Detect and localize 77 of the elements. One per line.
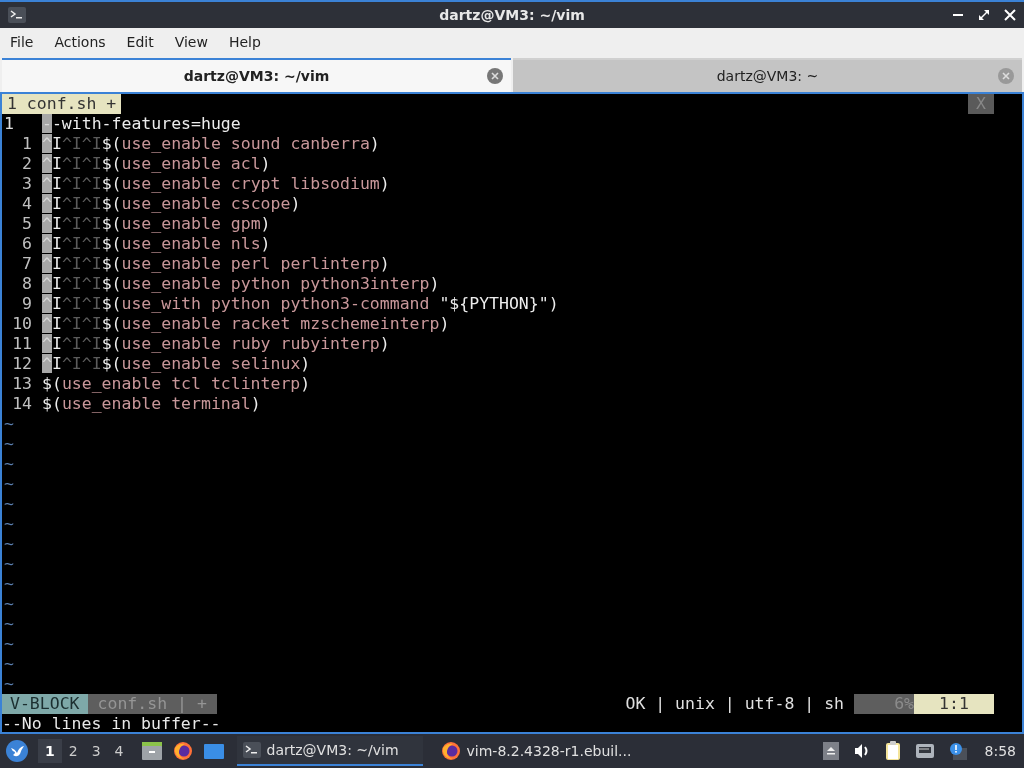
folder-icon[interactable] bbox=[140, 741, 163, 761]
line-number: 14 bbox=[11, 394, 32, 414]
line-number: 9 bbox=[21, 294, 32, 314]
line-number: 2 bbox=[21, 154, 32, 174]
filler-line: ~ bbox=[3, 654, 14, 674]
desktop-icon[interactable] bbox=[202, 742, 225, 760]
close-icon[interactable] bbox=[1004, 9, 1016, 21]
filler-line: ~ bbox=[3, 514, 14, 534]
filler-line: ~ bbox=[3, 574, 14, 594]
code-line: $(use_enable tcl tclinterp) bbox=[42, 374, 311, 394]
code-line: ^I^I^I$(use_enable python python3interp) bbox=[42, 274, 440, 294]
line-number: 13 bbox=[11, 374, 32, 394]
line-number: 7 bbox=[21, 254, 32, 274]
task-button[interactable]: vim-8.2.4328-r1.ebuil... bbox=[434, 736, 638, 766]
clock[interactable]: 8:58 bbox=[984, 743, 1016, 759]
command-message: --No lines in buffer-- bbox=[2, 714, 221, 732]
line-number: 4 bbox=[21, 194, 32, 214]
notification-icon[interactable] bbox=[948, 742, 967, 760]
line-number: 1 bbox=[21, 134, 32, 154]
filler-line: ~ bbox=[3, 434, 14, 454]
code-line: ^I^I^I$(use_with python python3-command "${PYTHON}") bbox=[42, 294, 559, 314]
maximize-icon[interactable] bbox=[978, 9, 990, 21]
code-line: ^I^I^I$(use_enable sound canberra) bbox=[42, 134, 380, 154]
network-icon[interactable] bbox=[914, 743, 935, 759]
code-line: ^I^I^I$(use_enable selinux) bbox=[42, 354, 311, 374]
code-line: ^I^I^I$(use_enable gpm) bbox=[42, 214, 271, 234]
workspace-button[interactable]: 2 bbox=[61, 739, 85, 763]
browser-icon bbox=[440, 741, 461, 761]
menu-item[interactable]: Help bbox=[228, 34, 261, 50]
cursor-position: 1:1 bbox=[914, 694, 994, 714]
line-number: 5 bbox=[21, 214, 32, 234]
menu-item[interactable]: Actions bbox=[54, 34, 106, 50]
filler-line: ~ bbox=[3, 554, 14, 574]
filler-line: ~ bbox=[3, 634, 14, 654]
line-number: 1 bbox=[3, 114, 15, 134]
vim-tab[interactable]: 1 conf.sh + bbox=[2, 94, 122, 114]
menu-item[interactable]: File bbox=[10, 34, 34, 50]
line-number: 8 bbox=[21, 274, 32, 294]
mode-indicator: V-BLOCK bbox=[2, 694, 88, 714]
menu-item[interactable]: View bbox=[174, 34, 208, 50]
line-number: 11 bbox=[11, 334, 32, 354]
line-number: 6 bbox=[21, 234, 32, 254]
workspace-button[interactable]: 4 bbox=[107, 739, 131, 763]
terminal-icon bbox=[8, 7, 26, 23]
filler-line: ~ bbox=[3, 474, 14, 494]
filler-line: ~ bbox=[3, 594, 14, 614]
filler-line: ~ bbox=[3, 534, 14, 554]
eject-icon[interactable] bbox=[822, 742, 839, 760]
window-title: dartz@VM3: ~/vim bbox=[439, 7, 585, 23]
file-info: OK | unix | utf-8 | sh bbox=[625, 694, 845, 714]
bird-icon[interactable] bbox=[6, 740, 28, 762]
line-number: 3 bbox=[21, 174, 32, 194]
menu-item[interactable]: Edit bbox=[126, 34, 154, 50]
code-line: ^I^I^I$(use_enable nls) bbox=[42, 234, 271, 254]
filler-line: ~ bbox=[3, 614, 14, 634]
clipboard-icon[interactable] bbox=[884, 741, 901, 761]
code-line: ^I^I^I$(use_enable cscope) bbox=[42, 194, 301, 214]
code-line: $(use_enable terminal) bbox=[42, 394, 261, 414]
filler-line: ~ bbox=[3, 494, 14, 514]
filler-line: ~ bbox=[3, 674, 14, 694]
terminal-icon bbox=[242, 742, 261, 758]
workspace-button[interactable]: 3 bbox=[84, 739, 108, 763]
workspace-button[interactable]: 1 bbox=[38, 739, 62, 763]
line-number: 12 bbox=[11, 354, 32, 374]
code-line: ^I^I^I$(use_enable crypt libsodium) bbox=[42, 174, 390, 194]
code-line: ^I^I^I$(use_enable acl) bbox=[42, 154, 271, 174]
browser-icon[interactable] bbox=[172, 741, 193, 761]
code-line: ^I^I^I$(use_enable perl perlinterp) bbox=[42, 254, 390, 274]
code-line: --with-features=huge bbox=[42, 114, 241, 134]
code-line: ^I^I^I$(use_enable ruby rubyinterp) bbox=[42, 334, 390, 354]
code-line: ^I^I^I$(use_enable racket mzschemeinterp) bbox=[42, 314, 450, 334]
tab[interactable]: dartz@VM3: ~ bbox=[513, 58, 1022, 92]
tab[interactable]: dartz@VM3: ~/vim bbox=[2, 58, 511, 92]
filler-line: ~ bbox=[3, 454, 14, 474]
filler-line: ~ bbox=[3, 414, 14, 434]
line-number: 10 bbox=[11, 314, 32, 334]
task-button[interactable]: dartz@VM3: ~/vim bbox=[236, 736, 423, 766]
